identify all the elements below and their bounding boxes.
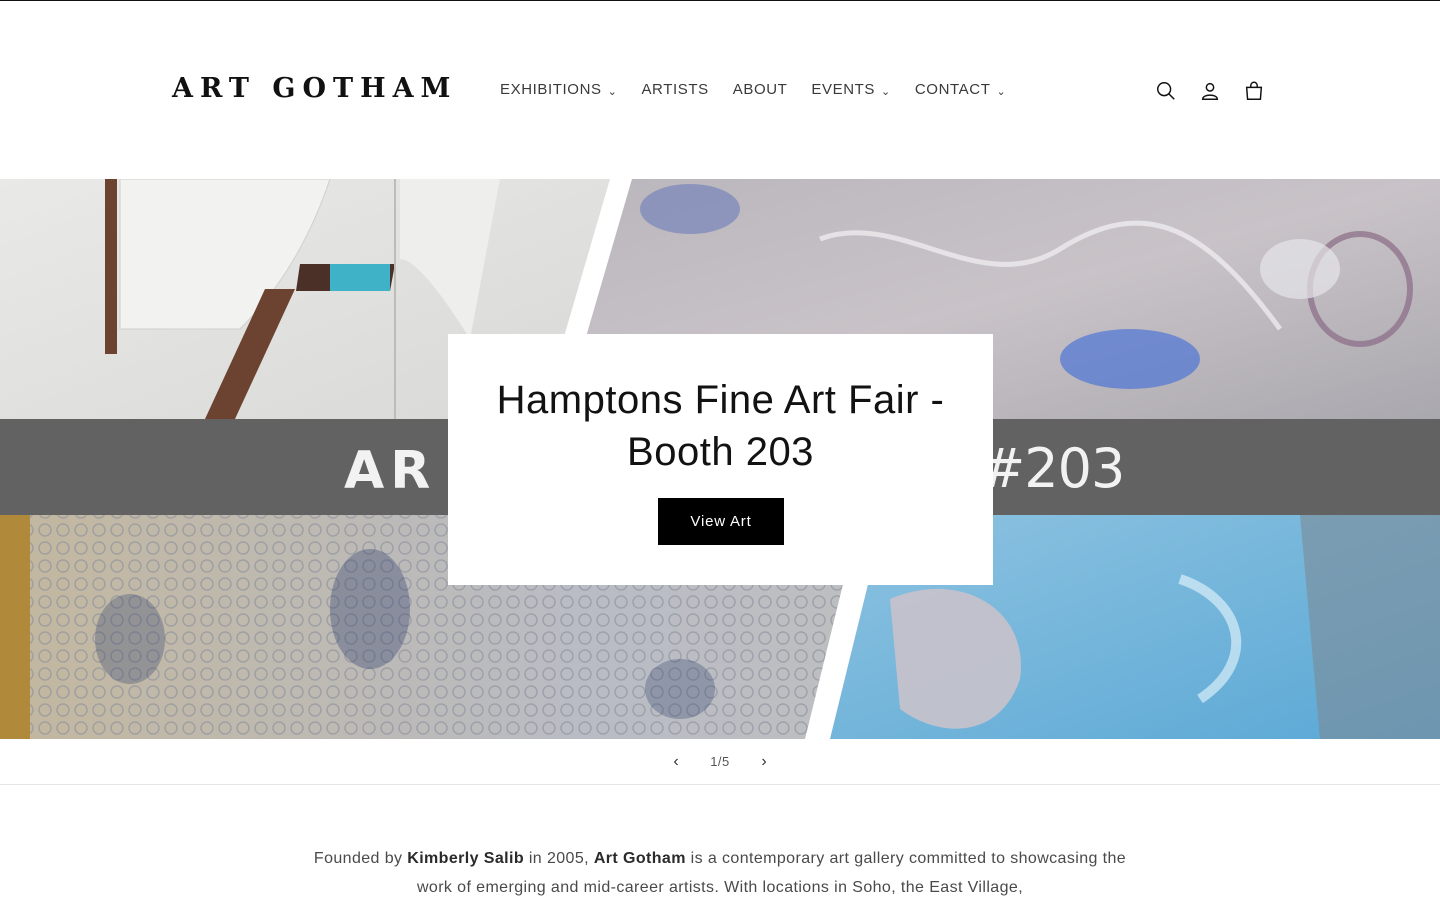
hero-title: Hamptons Fine Art Fair - Booth 203	[496, 378, 945, 474]
banner-text-right: #203	[980, 437, 1125, 500]
nav-label: EVENTS	[811, 80, 876, 98]
slideshow-controls: ‹ 1/5 ›	[0, 739, 1440, 785]
header-icons	[1144, 69, 1276, 113]
chevron-right-icon: ›	[761, 752, 767, 770]
gallery-name: Art Gotham	[593, 850, 686, 867]
cart-button[interactable]	[1232, 69, 1276, 113]
search-icon	[1157, 82, 1175, 100]
chevron-down-icon: ⌄	[996, 85, 1007, 98]
nav-item-events[interactable]: EVENTS ⌄	[799, 81, 902, 98]
nav-label: ARTISTS	[641, 80, 709, 98]
intro-text: Founded by	[313, 850, 408, 867]
chevron-down-icon: ⌄	[607, 85, 618, 98]
nav-label: EXHIBITIONS	[500, 80, 602, 98]
main-nav: EXHIBITIONS ⌄ ARTISTS ABOUT EVENTS ⌄ CON…	[488, 71, 1018, 107]
account-button[interactable]	[1188, 69, 1232, 113]
hero-content-card: Hamptons Fine Art Fair - Booth 203 View …	[448, 334, 993, 585]
cart-icon	[1245, 81, 1263, 100]
nav-item-about[interactable]: ABOUT	[721, 81, 800, 98]
chevron-left-icon: ‹	[673, 752, 679, 770]
search-button[interactable]	[1144, 69, 1188, 113]
slide-counter: 1/5	[710, 754, 730, 769]
site-logo[interactable]: ART GOTHAM	[172, 71, 457, 107]
next-slide-button[interactable]: ›	[742, 740, 786, 784]
founder-name: Kimberly Salib	[407, 850, 524, 867]
banner-text-left: AR	[344, 441, 437, 501]
intro-text: in 2005,	[524, 850, 594, 867]
account-icon	[1201, 82, 1219, 100]
nav-label: CONTACT	[914, 80, 991, 98]
nav-item-contact[interactable]: CONTACT ⌄	[903, 81, 1018, 98]
hero-slideshow: AR #203 Hamptons Fine Art Fair - Booth 2…	[0, 179, 1440, 739]
nav-label: ABOUT	[732, 80, 788, 98]
intro-paragraph: Founded by Kimberly Salib in 2005, Art G…	[300, 844, 1140, 902]
nav-item-artists[interactable]: ARTISTS	[629, 81, 720, 98]
nav-item-exhibitions[interactable]: EXHIBITIONS ⌄	[488, 81, 629, 98]
chevron-down-icon: ⌄	[881, 85, 891, 98]
site-header: ART GOTHAM EXHIBITIONS ⌄ ARTISTS ABOUT E…	[0, 1, 1440, 178]
view-art-button[interactable]: View Art	[658, 498, 784, 545]
previous-slide-button[interactable]: ‹	[654, 740, 698, 784]
